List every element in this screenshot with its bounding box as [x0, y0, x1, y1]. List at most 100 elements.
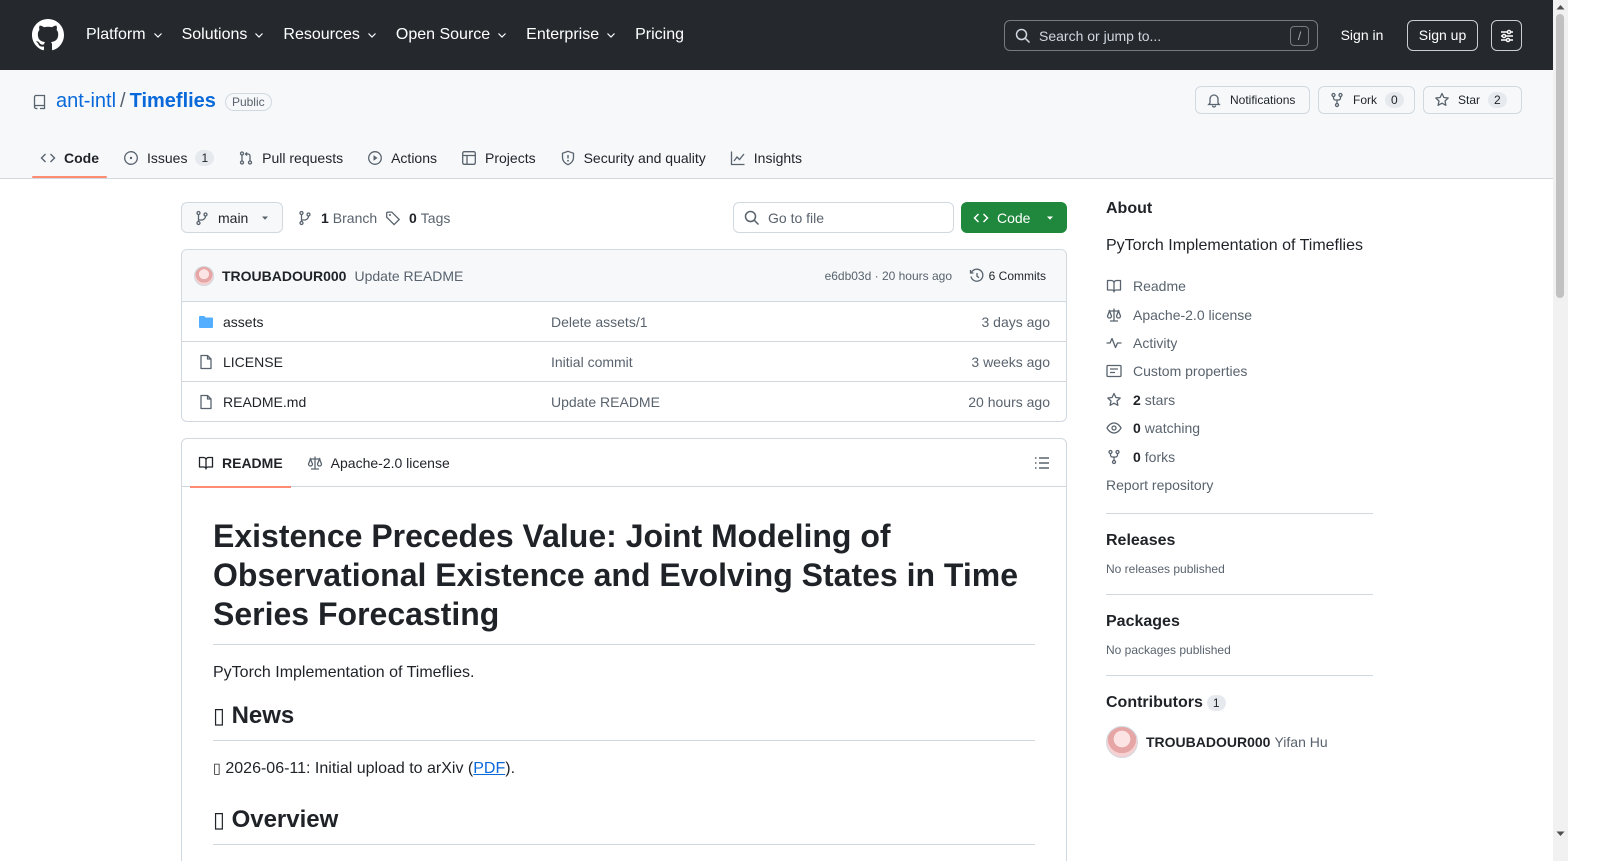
forks-link[interactable]: 0 forks — [1106, 442, 1373, 470]
shield-icon — [561, 150, 574, 166]
file-name-link[interactable]: LICENSE — [223, 354, 283, 370]
repo-name-link[interactable]: Timeflies — [130, 90, 216, 113]
forks-count: 0 — [1133, 448, 1141, 465]
pdf-link[interactable]: PDF — [473, 760, 505, 777]
file-row[interactable]: LICENSE Initial commit 3 weeks ago — [182, 342, 1066, 382]
book-icon — [198, 456, 214, 470]
search-icon — [744, 210, 760, 225]
nav-solutions[interactable]: Solutions — [182, 26, 266, 44]
avatar[interactable] — [194, 265, 214, 286]
news-item-text: 2026-06-11: Initial upload to arXiv ( — [225, 760, 474, 777]
tab-code[interactable]: Code — [32, 138, 107, 178]
tab-security[interactable]: Security and quality — [552, 138, 714, 178]
fork-button[interactable]: Fork 0 — [1318, 86, 1415, 114]
tab-label: Code — [64, 150, 99, 166]
nav-open-source[interactable]: Open Source — [396, 26, 508, 44]
packages-empty: No packages published — [1106, 643, 1231, 658]
notifications-button[interactable]: Notifications — [1195, 86, 1310, 114]
tab-pull-requests[interactable]: Pull requests — [230, 138, 351, 178]
fork-count: 0 — [1385, 92, 1404, 108]
releases-heading[interactable]: Releases — [1106, 532, 1373, 550]
nav-enterprise[interactable]: Enterprise — [526, 26, 617, 44]
stars-count: 2 — [1133, 391, 1141, 408]
go-to-file-input[interactable]: Go to file — [733, 202, 954, 233]
repo-owner-link[interactable]: ant-intl — [56, 90, 116, 113]
forks-label: forks — [1144, 448, 1176, 465]
file-date: 3 weeks ago — [971, 353, 1050, 370]
scroll-down-arrow-icon[interactable] — [1556, 831, 1565, 837]
chevron-down-icon — [255, 33, 264, 38]
visibility-badge: Public — [224, 92, 272, 111]
license-link[interactable]: Apache-2.0 license — [1106, 300, 1373, 328]
branches-link[interactable]: 1 Branch — [297, 202, 377, 233]
report-repository-link[interactable]: Report repository — [1106, 471, 1373, 499]
custom-properties-link[interactable]: Custom properties — [1106, 357, 1373, 385]
branch-label: Branch — [332, 209, 378, 226]
tab-issues[interactable]: Issues 1 — [115, 138, 222, 178]
news-heading: ▯ News — [213, 701, 1035, 741]
sign-in-link[interactable]: Sign in — [1330, 20, 1394, 51]
activity-link-label: Activity — [1133, 334, 1178, 351]
commits-history-link[interactable]: 6 Commits — [969, 268, 1046, 284]
bell-icon — [1207, 94, 1221, 108]
star-icon — [1435, 92, 1449, 106]
repo-title: ant-intl / Timeflies Public — [32, 90, 272, 113]
caret-down-icon — [262, 216, 268, 220]
file-row[interactable]: README.md Update README 20 hours ago — [182, 382, 1066, 421]
stars-link[interactable]: 2 stars — [1106, 386, 1373, 414]
file-name-link[interactable]: assets — [223, 314, 263, 330]
readme-link[interactable]: Readme — [1106, 272, 1373, 300]
contributor-login[interactable]: TROUBADOUR000 — [1146, 734, 1270, 750]
github-logo-icon[interactable] — [32, 19, 64, 51]
command-palette-button[interactable] — [1491, 20, 1522, 51]
caret-down-icon — [1047, 216, 1053, 220]
tags-link[interactable]: 0 Tags — [385, 202, 450, 233]
readme-panel: README Apache-2.0 license Existence Prec… — [181, 438, 1067, 861]
readme-tabs: README Apache-2.0 license — [182, 439, 1066, 488]
repo-tabs: Code Issues 1 Pull requests Actions Proj… — [32, 138, 818, 178]
file-row[interactable]: assets Delete assets/1 3 days ago — [182, 302, 1066, 342]
commits-count: 6 Commits — [988, 268, 1046, 283]
branch-icon — [196, 210, 208, 225]
file-commit-message-link[interactable]: Initial commit — [551, 354, 633, 370]
nav-resources[interactable]: Resources — [283, 26, 377, 44]
tab-readme[interactable]: README — [190, 439, 291, 488]
overview-heading: ▯ Overview — [213, 805, 1035, 845]
nav-platform[interactable]: Platform — [86, 26, 164, 44]
list-outline-icon[interactable] — [1034, 455, 1050, 471]
file-commit-message-link[interactable]: Delete assets/1 — [551, 314, 648, 330]
custom-properties-label: Custom properties — [1133, 363, 1248, 380]
scrollbar-thumb[interactable] — [1556, 14, 1564, 298]
issue-icon — [124, 151, 138, 165]
tag-count: 0 — [409, 209, 417, 226]
packages-heading[interactable]: Packages — [1106, 613, 1373, 631]
activity-link[interactable]: Activity — [1106, 329, 1373, 357]
commit-author-link[interactable]: TROUBADOUR000 — [222, 268, 346, 284]
chevron-down-icon — [498, 33, 507, 38]
avatar[interactable] — [1106, 726, 1138, 759]
watching-label: watching — [1144, 420, 1201, 437]
tab-insights[interactable]: Insights — [722, 138, 810, 178]
tab-license[interactable]: Apache-2.0 license — [299, 439, 458, 487]
contributors-heading[interactable]: Contributors 1 — [1106, 694, 1373, 712]
search-input[interactable]: Search or jump to... / — [1004, 20, 1318, 51]
repo-separator: / — [120, 90, 126, 112]
contributor-item[interactable]: TROUBADOUR000 Yifan Hu — [1106, 726, 1373, 759]
sign-up-button[interactable]: Sign up — [1407, 20, 1478, 51]
branch-name: main — [218, 209, 249, 226]
code-dropdown-button[interactable]: Code — [961, 202, 1067, 233]
tab-projects[interactable]: Projects — [453, 138, 544, 178]
repo-sidebar: About PyTorch Implementation of Timeflie… — [1106, 200, 1373, 759]
scroll-up-arrow-icon[interactable] — [1556, 4, 1565, 10]
nav-pricing[interactable]: Pricing — [635, 26, 684, 44]
star-button[interactable]: Star 2 — [1423, 86, 1522, 114]
watching-link[interactable]: 0 watching — [1106, 414, 1373, 442]
commit-message-link[interactable]: Update README — [354, 268, 463, 284]
tab-actions[interactable]: Actions — [359, 138, 445, 178]
file-name-link[interactable]: README.md — [223, 394, 306, 410]
file-commit-message-link[interactable]: Update README — [551, 394, 660, 410]
branch-selector[interactable]: main — [181, 202, 283, 233]
commit-sha-time[interactable]: e6db03d · 20 hours ago — [825, 269, 952, 283]
license-link-label: Apache-2.0 license — [1133, 306, 1253, 323]
nav-label: Open Source — [395, 26, 491, 43]
